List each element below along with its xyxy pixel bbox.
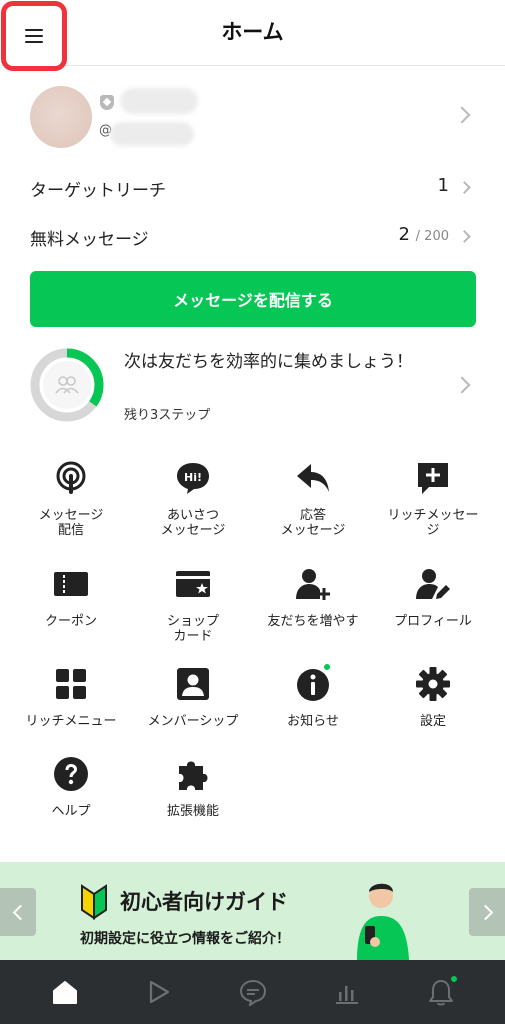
feature-label: ヘルプ xyxy=(51,804,91,819)
shop-card-icon xyxy=(175,566,211,602)
chevron-right-icon xyxy=(453,376,471,394)
banner-prev-button[interactable] xyxy=(0,888,36,936)
notification-dot xyxy=(322,662,332,672)
chat-tab-icon[interactable] xyxy=(237,976,269,1008)
beginner-guide-banner[interactable]: 初心者向けガイド 初期設定に役立つ情報をご紹介！ xyxy=(0,862,505,960)
broadcast-icon xyxy=(53,460,89,496)
stat-suffix: / 200 xyxy=(415,229,449,244)
coupon-icon xyxy=(53,566,89,602)
feature-shop-card[interactable]: ショップ カード xyxy=(138,566,248,656)
banner-title: 初心者向けガイド xyxy=(120,890,288,914)
feature-label: お知らせ xyxy=(287,714,339,729)
target-reach-row[interactable]: ターゲットリーチ 1 xyxy=(0,168,505,208)
page-title: ホーム xyxy=(221,20,284,44)
feature-settings[interactable]: 設定 xyxy=(378,666,488,756)
puzzle-icon xyxy=(175,756,211,792)
plus-bubble-icon xyxy=(415,460,451,496)
feature-auto-reply[interactable]: 応答 メッセージ xyxy=(258,460,368,550)
guide-person-illustration xyxy=(357,883,409,960)
bottom-tab-bar xyxy=(0,960,505,1024)
onboarding-remaining-steps: 残り3ステップ xyxy=(124,408,211,423)
account-summary[interactable]: @ xyxy=(0,80,505,155)
feature-label: プロフィール xyxy=(394,614,472,629)
stat-label: 無料メッセージ xyxy=(30,230,149,250)
chevron-right-icon xyxy=(458,230,471,243)
reply-arrow-icon xyxy=(295,460,331,496)
chevron-right-icon xyxy=(458,181,471,194)
feature-label: 友だちを増やす xyxy=(267,614,359,629)
free-message-row[interactable]: 無料メッセージ 2 / 200 xyxy=(0,217,505,257)
gear-icon xyxy=(415,666,451,702)
feature-label: リッチメッセー ジ xyxy=(387,508,479,538)
feature-profile[interactable]: プロフィール xyxy=(378,566,488,656)
feature-label: 応答 メッセージ xyxy=(280,508,346,538)
onboarding-card[interactable]: 次は友だちを効率的に集めましょう！ 残り3ステップ xyxy=(0,340,505,430)
account-id-redacted xyxy=(110,122,194,146)
feature-label: リッチメニュー xyxy=(25,714,117,729)
send-message-button[interactable]: メッセージを配信する xyxy=(30,271,476,327)
stat-label: ターゲットリーチ xyxy=(30,181,166,201)
banner-subtitle: 初期設定に役立つ情報をご紹介！ xyxy=(80,931,290,947)
banner-next-button[interactable] xyxy=(469,888,505,936)
stat-value: 1 xyxy=(437,175,449,196)
feature-membership[interactable]: メンバーシップ xyxy=(138,666,248,756)
feature-extensions[interactable]: 拡張機能 xyxy=(138,756,248,846)
feature-broadcast[interactable]: メッセージ 配信 xyxy=(16,460,126,550)
profile-edit-icon xyxy=(415,566,451,602)
add-friend-icon xyxy=(295,566,331,602)
home-tab-icon[interactable] xyxy=(49,976,81,1008)
feature-label: メッセージ 配信 xyxy=(38,508,104,538)
chevron-right-icon xyxy=(477,904,493,920)
chevron-left-icon xyxy=(12,904,28,920)
svg-text:Hi!: Hi! xyxy=(184,471,202,484)
grid-menu-icon xyxy=(53,666,89,702)
progress-ring xyxy=(30,348,104,422)
feature-label: 拡張機能 xyxy=(166,804,219,819)
feature-coupon[interactable]: クーポン xyxy=(16,566,126,656)
account-badge-icon xyxy=(100,95,114,110)
notifications-tab-icon[interactable] xyxy=(425,974,459,1008)
onboarding-message: 次は友だちを効率的に集めましょう！ xyxy=(124,352,413,372)
feature-help[interactable]: ヘルプ xyxy=(16,756,126,846)
chevron-right-icon xyxy=(453,106,471,124)
stat-value: 2 / 200 xyxy=(398,224,449,245)
feature-label: メンバーシップ xyxy=(147,714,239,729)
insights-tab-icon[interactable] xyxy=(331,976,363,1008)
header-bar: ホーム xyxy=(0,0,505,71)
feature-rich-message[interactable]: リッチメッセー ジ xyxy=(378,460,488,550)
help-icon xyxy=(53,756,89,792)
feature-label: あいさつ メッセージ xyxy=(160,508,226,538)
hi-bubble-icon: Hi! xyxy=(175,460,211,496)
feature-label: クーポン xyxy=(44,614,97,629)
beginner-mark-icon xyxy=(81,884,107,920)
feature-rich-menu[interactable]: リッチメニュー xyxy=(16,666,126,756)
play-tab-icon[interactable] xyxy=(142,976,174,1008)
notification-dot xyxy=(449,974,459,984)
feature-greeting-message[interactable]: Hi! あいさつ メッセージ xyxy=(138,460,248,550)
feature-add-friends[interactable]: 友だちを増やす xyxy=(258,566,368,656)
info-icon xyxy=(295,662,332,702)
account-name-redacted xyxy=(120,88,198,114)
member-card-icon xyxy=(175,666,211,702)
feature-label: 設定 xyxy=(419,714,446,729)
feature-announcements[interactable]: お知らせ xyxy=(258,662,368,756)
avatar xyxy=(30,86,92,148)
feature-label: ショップ カード xyxy=(166,614,219,644)
